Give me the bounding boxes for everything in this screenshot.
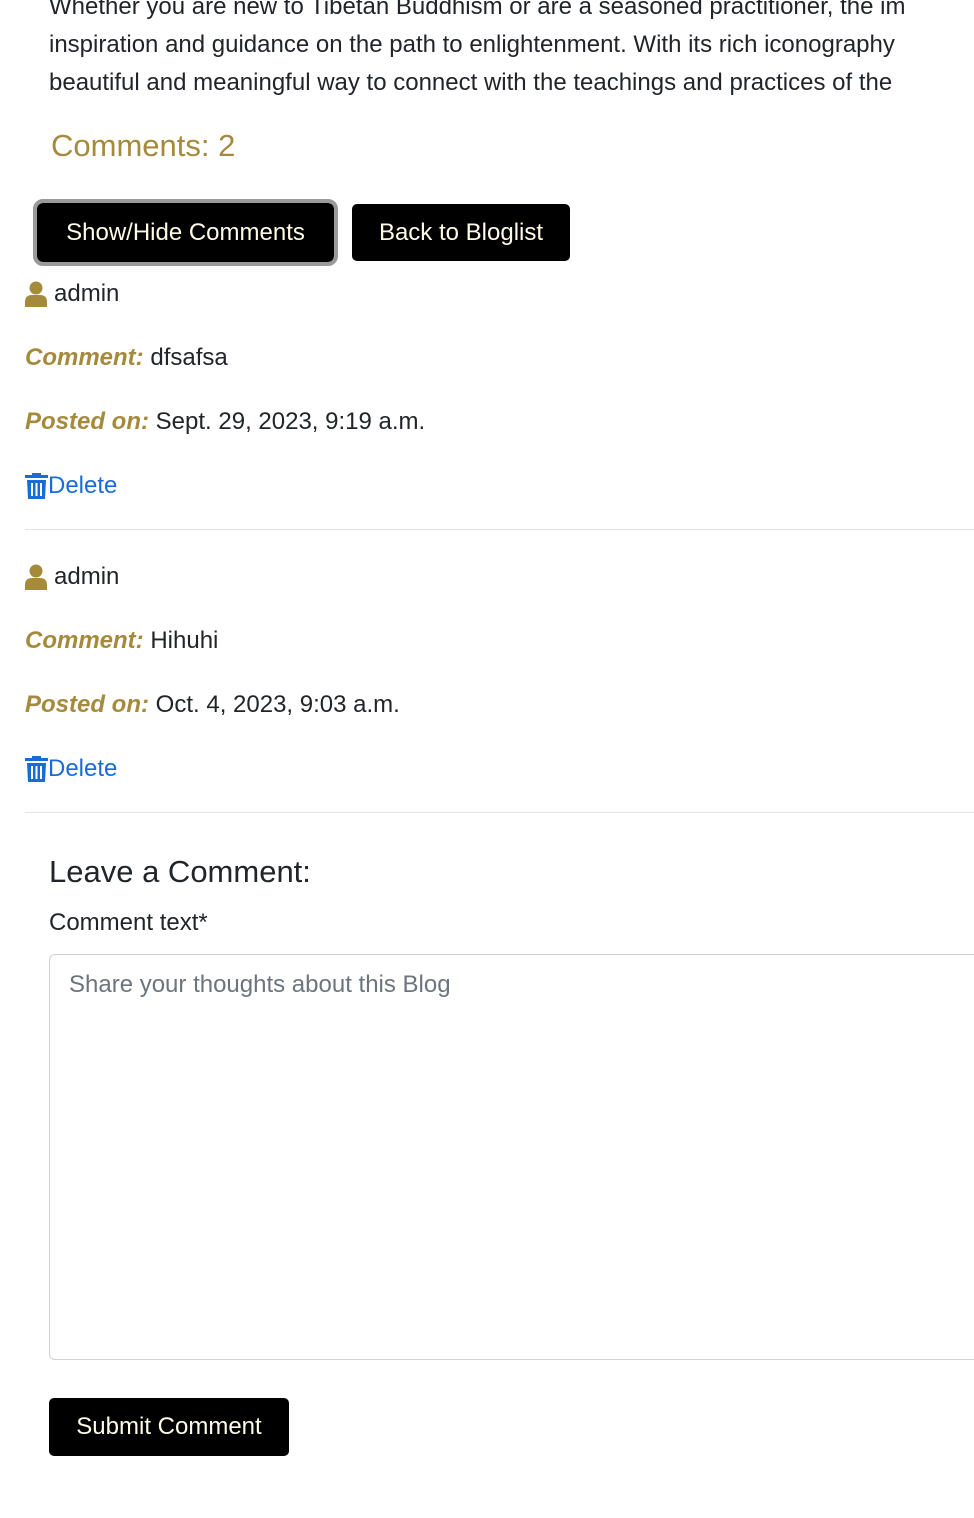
comment-divider bbox=[25, 812, 974, 813]
comment-label: Comment: bbox=[25, 344, 144, 371]
comment-date-row: Posted on: Oct. 4, 2023, 9:03 a.m. bbox=[25, 689, 400, 721]
comment-text: dfsafsa bbox=[150, 344, 228, 371]
back-to-bloglist-button[interactable]: Back to Bloglist bbox=[352, 204, 570, 261]
comment-textarea[interactable] bbox=[49, 954, 974, 1360]
comment-author: admin bbox=[54, 563, 120, 590]
user-icon bbox=[25, 564, 47, 590]
comment-author: admin bbox=[54, 280, 120, 307]
comments-count: Comments: 2 bbox=[51, 128, 236, 163]
comment-date: Oct. 4, 2023, 9:03 a.m. bbox=[155, 691, 400, 718]
comment-date-row: Posted on: Sept. 29, 2023, 9:19 a.m. bbox=[25, 406, 425, 438]
post-intro-line: beautiful and meaningful way to connect … bbox=[49, 69, 893, 96]
trash-icon bbox=[25, 756, 48, 782]
comment-author-row: admin bbox=[25, 561, 119, 593]
post-intro-line: inspiration and guidance on the path to … bbox=[49, 31, 895, 58]
comment-text: Hihuhi bbox=[150, 627, 219, 654]
leave-comment-title: Leave a Comment: bbox=[49, 854, 311, 889]
comment-date: Sept. 29, 2023, 9:19 a.m. bbox=[155, 408, 426, 435]
comment-text-row: Comment: Hihuhi bbox=[25, 625, 218, 657]
comment-text-label: Comment text* bbox=[49, 909, 208, 936]
post-intro-text: Whether you are new to Tibetan Buddhism … bbox=[49, 0, 974, 102]
comment-author-row: admin bbox=[25, 278, 119, 310]
delete-label: Delete bbox=[48, 755, 118, 782]
delete-label: Delete bbox=[48, 472, 118, 499]
posted-on-label: Posted on: bbox=[25, 691, 149, 718]
delete-comment-link[interactable]: Delete bbox=[25, 753, 117, 785]
comment-divider bbox=[25, 529, 974, 530]
delete-comment-link[interactable]: Delete bbox=[25, 470, 117, 502]
user-icon bbox=[25, 281, 47, 307]
post-intro-line: Whether you are new to Tibetan Buddhism … bbox=[49, 0, 906, 20]
comment-text-row: Comment: dfsafsa bbox=[25, 342, 228, 374]
trash-icon bbox=[25, 473, 48, 499]
posted-on-label: Posted on: bbox=[25, 408, 149, 435]
comment-label: Comment: bbox=[25, 627, 144, 654]
show-hide-comments-button[interactable]: Show/Hide Comments bbox=[33, 199, 338, 266]
submit-comment-button[interactable]: Submit Comment bbox=[49, 1398, 289, 1456]
